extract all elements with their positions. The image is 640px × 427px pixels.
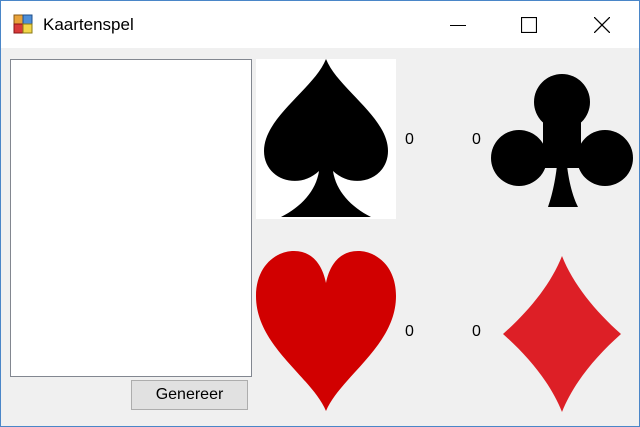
diamonds-count: 0: [472, 323, 481, 340]
app-icon: [13, 14, 33, 34]
maximize-icon: [521, 16, 537, 33]
minimize-icon: [450, 24, 466, 26]
close-button[interactable]: [579, 1, 625, 48]
diamond-icon: [503, 256, 621, 412]
close-icon: [594, 16, 610, 33]
clubs-count: 0: [472, 131, 481, 148]
main-window: Kaartenspel Genereer 0 0 0 0: [0, 0, 640, 427]
maximize-button[interactable]: [506, 1, 552, 48]
window-title: Kaartenspel: [43, 15, 134, 34]
cards-listbox[interactable]: [10, 59, 252, 377]
generate-button[interactable]: Genereer: [131, 380, 248, 410]
spade-icon: [256, 59, 396, 219]
minimize-button[interactable]: [435, 1, 481, 48]
heart-icon: [256, 251, 396, 411]
title-bar[interactable]: Kaartenspel: [1, 1, 639, 48]
hearts-count: 0: [405, 323, 414, 340]
spades-count: 0: [405, 131, 414, 148]
club-icon: [491, 74, 633, 207]
